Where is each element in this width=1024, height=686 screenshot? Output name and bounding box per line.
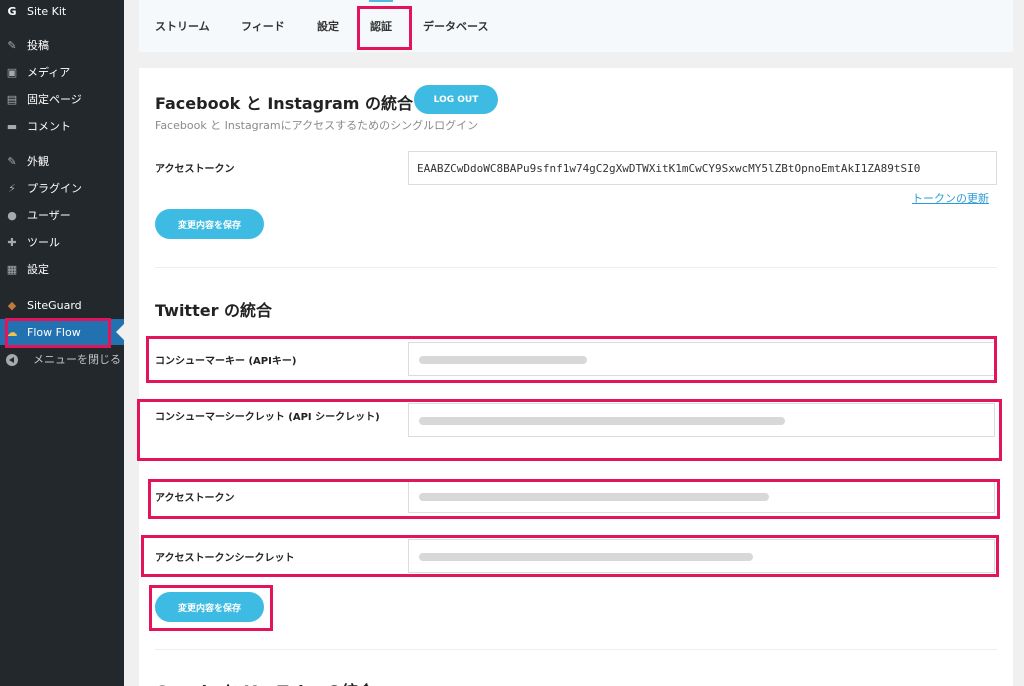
- sidebar-item-label: 投稿: [27, 39, 49, 52]
- appearance-brush-icon: ✎: [7, 154, 17, 168]
- sidebar-item-label: プラグイン: [27, 182, 82, 195]
- tab-settings[interactable]: 設定: [317, 18, 339, 34]
- sidebar-item-label: ユーザー: [27, 209, 71, 222]
- pin-icon: ✎: [7, 38, 17, 52]
- sidebar-item-appearance[interactable]: ✎ 外観: [0, 148, 124, 174]
- sidebar-item-label: 設定: [27, 263, 49, 276]
- tabs-bar: ストリーム フィード 設定 認証 データベース: [139, 0, 1013, 52]
- comment-icon: ▬: [6, 119, 18, 133]
- sidebar-item-posts[interactable]: ✎ 投稿: [0, 32, 124, 58]
- sidebar-item-label: SiteGuard: [27, 298, 82, 312]
- facebook-subtitle: Facebook と Instagramにアクセスするためのシングルログイン: [155, 119, 479, 132]
- tab-feeds[interactable]: フィード: [241, 18, 285, 34]
- wrench-icon: ✚: [7, 235, 17, 249]
- sidebar-item-settings[interactable]: ▦ 設定: [0, 256, 124, 282]
- highlight-twitter-save: [149, 585, 273, 631]
- highlight-access-token-secret: [141, 535, 999, 577]
- refresh-token-link[interactable]: トークンの更新: [912, 190, 989, 206]
- google-section-title: Google と YouTube の統合: [155, 678, 374, 686]
- section-divider: [155, 267, 997, 268]
- sidebar-item-users[interactable]: ● ユーザー: [0, 202, 124, 228]
- sidebar-item-siteguard[interactable]: ◆ SiteGuard: [0, 292, 124, 318]
- settings-icon: ▦: [6, 262, 18, 276]
- sidebar-item-tools[interactable]: ✚ ツール: [0, 229, 124, 255]
- sidebar-item-plugins[interactable]: ⚡ プラグイン: [0, 175, 124, 201]
- plugin-icon: ⚡: [8, 181, 16, 195]
- sidebar-item-comments[interactable]: ▬ コメント: [0, 113, 124, 139]
- collapse-arrow-icon: [6, 354, 18, 366]
- facebook-token-label: アクセストークン: [155, 164, 235, 175]
- highlight-consumer-key: [146, 336, 997, 383]
- tab-streams[interactable]: ストリーム: [155, 18, 210, 34]
- sidebar-item-label: Site Kit: [27, 4, 67, 18]
- collapse-menu-label: メニューを閉じる: [33, 353, 121, 366]
- sidebar-item-media[interactable]: ▣ メディア: [0, 59, 124, 85]
- sidebar-item-label: コメント: [27, 120, 71, 133]
- tab-database[interactable]: データベース: [423, 18, 488, 34]
- active-tab-indicator: [369, 0, 393, 2]
- media-icon: ▣: [6, 65, 18, 79]
- facebook-section-title: Facebook と Instagram の統合: [155, 94, 414, 113]
- twitter-section-title: Twitter の統合: [155, 301, 273, 320]
- facebook-access-token-field[interactable]: EAABZCwDdoWC8BAPu9sfnf1w74gC2gXwDTWXitK1…: [408, 151, 997, 185]
- user-icon: ●: [7, 208, 17, 222]
- sidebar-item-label: 固定ページ: [27, 93, 82, 106]
- siteguard-icon: ◆: [7, 298, 17, 312]
- facebook-save-button[interactable]: 変更内容を保存: [155, 209, 264, 239]
- highlight-access-token: [148, 479, 1000, 519]
- sidebar-item-label: メディア: [27, 66, 71, 79]
- highlight-auth-tab: [357, 6, 412, 50]
- highlight-flow-flow: [5, 318, 111, 348]
- logout-button[interactable]: LOG OUT: [414, 85, 498, 114]
- site-kit-g-icon: G: [7, 4, 17, 18]
- sidebar-item-site-kit[interactable]: G Site Kit: [0, 0, 124, 24]
- page-icon: ▤: [6, 92, 18, 106]
- highlight-consumer-secret: [137, 399, 1002, 461]
- sidebar-item-pages[interactable]: ▤ 固定ページ: [0, 86, 124, 112]
- sidebar-item-label: 外観: [27, 155, 49, 168]
- section-divider: [155, 649, 997, 650]
- sidebar-item-label: ツール: [27, 236, 60, 249]
